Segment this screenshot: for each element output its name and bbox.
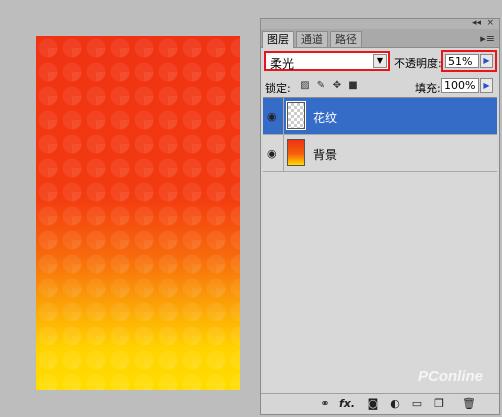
chevron-down-icon[interactable]: ▼ [373,54,387,68]
close-icon[interactable]: × [486,18,494,28]
adjustment-icon[interactable]: ◐ [387,397,403,411]
eye-icon[interactable]: ◉ [267,110,277,123]
lock-paint-icon[interactable]: ✎ [315,80,327,92]
fill-input[interactable]: 100% [441,78,479,93]
panel-bottom-toolbar: ⚭ fx. ◙ ◐ ▭ ❐ 🗑 [261,393,499,414]
layer-name: 花纹 [313,111,338,125]
visibility-toggle[interactable]: ◉ [263,135,284,171]
collapse-icon[interactable]: ◂◂ [472,18,481,28]
fill-label: 填充: [415,82,441,95]
lock-move-icon[interactable]: ✥ [331,80,343,92]
watermark: PConline [418,368,484,385]
new-layer-icon[interactable]: ❐ [431,397,447,411]
opacity-control: 51% ▶ [441,50,497,72]
lock-all-icon[interactable]: ■ [347,80,359,92]
lock-transparent-icon[interactable]: ▨ [299,80,311,92]
visibility-toggle[interactable]: ◉ [263,98,284,134]
layers-list: ◉ 花纹 ◉ 背景 [263,97,497,394]
layers-panel: ◂◂ × 图层 通道 路径 ▸≡ 柔光 ▼ 不透明度: 51% ▶ 锁定: ▨ … [260,18,500,415]
opacity-slider-arrow-icon[interactable]: ▶ [480,54,493,68]
tab-layers[interactable]: 图层 [262,31,294,48]
document-canvas[interactable] [36,36,240,390]
fill-slider-arrow-icon[interactable]: ▶ [480,78,493,93]
opacity-label: 不透明度: [394,57,442,70]
blend-mode-value: 柔光 [270,57,295,71]
eye-icon[interactable]: ◉ [267,147,277,160]
tab-paths[interactable]: 路径 [330,31,362,47]
layer-thumbnail [287,139,305,166]
layer-row[interactable]: ◉ 背景 [263,135,497,172]
layer-row[interactable]: ◉ 花纹 [263,98,497,135]
group-icon[interactable]: ▭ [409,397,425,411]
layer-name: 背景 [313,148,338,162]
fx-icon[interactable]: fx. [339,397,355,411]
opacity-input[interactable]: 51% [445,54,479,68]
blend-mode-select[interactable]: 柔光 ▼ [264,51,390,71]
trash-icon[interactable]: 🗑 [461,397,477,411]
link-icon[interactable]: ⚭ [317,397,333,411]
panel-tabs: 图层 通道 路径 ▸≡ [261,29,499,48]
layer-thumbnail [286,101,306,130]
lock-label: 锁定: [265,82,291,95]
lock-row: 锁定: ▨ ✎ ✥ ■ 填充: 100% ▶ [261,77,499,95]
tab-channels[interactable]: 通道 [296,31,328,47]
mask-icon[interactable]: ◙ [365,397,381,411]
panel-menu-icon[interactable]: ▸≡ [480,32,495,45]
